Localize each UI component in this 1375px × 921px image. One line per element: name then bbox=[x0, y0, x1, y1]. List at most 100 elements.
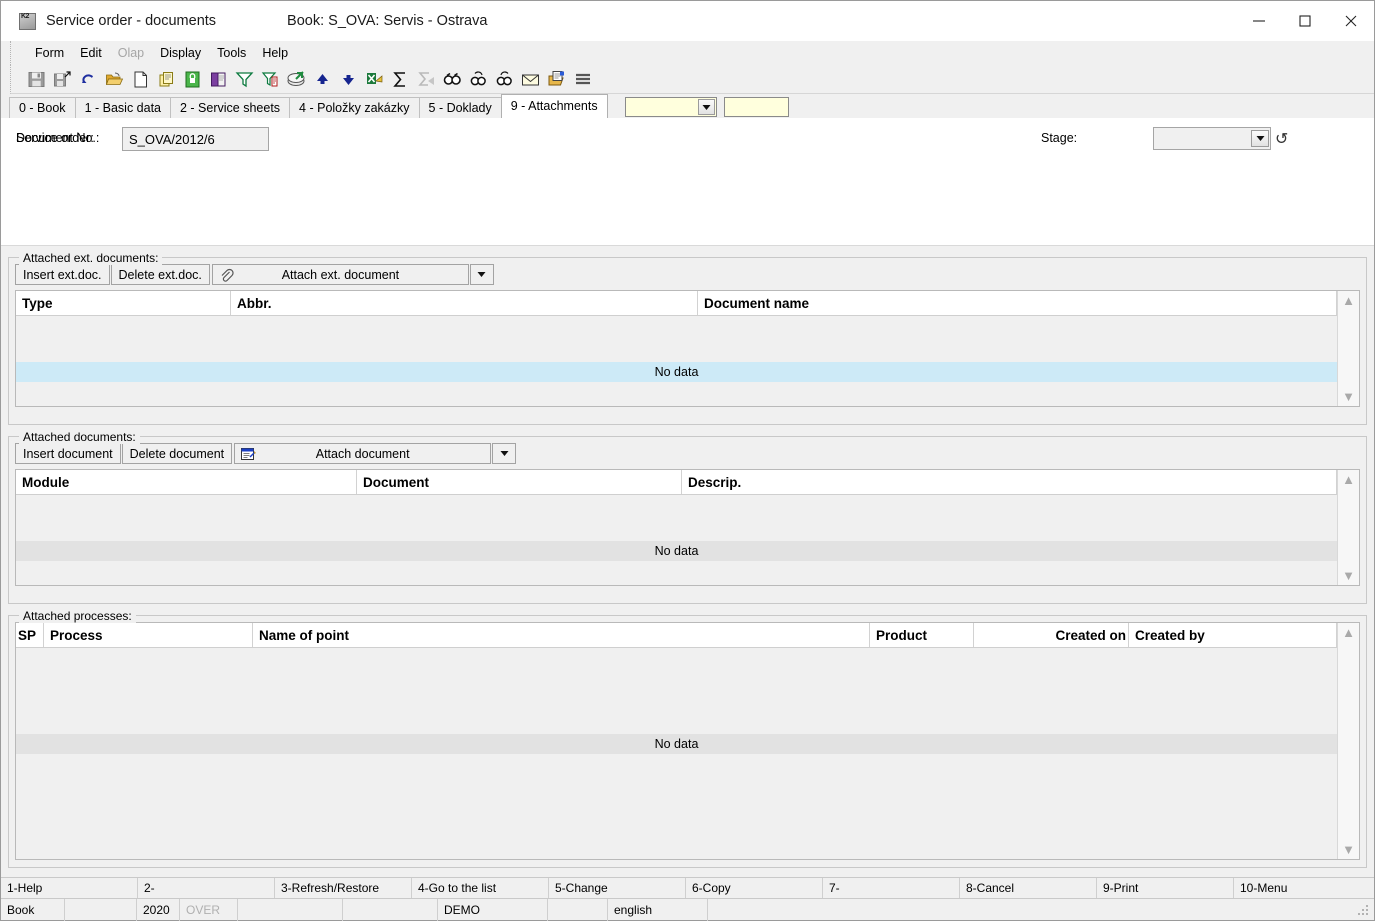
column-header-created-on[interactable]: Created on bbox=[974, 623, 1129, 647]
scroll-up-icon[interactable]: ▲ bbox=[1342, 626, 1355, 639]
new-document-icon[interactable] bbox=[129, 68, 152, 91]
tab-4-polozky-zakazky[interactable]: 4 - Položky zakázky bbox=[289, 97, 420, 118]
quick-filter-combo[interactable] bbox=[624, 97, 717, 117]
attach-document-button[interactable]: Attach document bbox=[234, 443, 492, 464]
lock-icon[interactable] bbox=[181, 68, 204, 91]
column-header-sp[interactable]: SP bbox=[16, 623, 44, 647]
export-excel-icon[interactable] bbox=[363, 68, 386, 91]
attach-document-label: Attach document bbox=[315, 446, 410, 461]
quick-filter-field[interactable] bbox=[723, 97, 789, 117]
close-button[interactable] bbox=[1328, 1, 1374, 41]
stage-combo[interactable] bbox=[1153, 127, 1271, 150]
fkey-5-change[interactable]: 5-Change bbox=[549, 877, 686, 899]
no-data-row: No data bbox=[16, 734, 1337, 754]
form-header-area: Service order: Document No.: S_OVA/2012/… bbox=[1, 118, 1374, 246]
find-icon[interactable] bbox=[441, 68, 464, 91]
attach-ext-document-dropdown[interactable] bbox=[469, 264, 494, 285]
insert-ext-doc-button[interactable]: Insert ext.doc. bbox=[15, 264, 110, 285]
documents-body: No data bbox=[16, 495, 1337, 585]
column-header-process[interactable]: Process bbox=[44, 623, 253, 647]
fkey-2[interactable]: 2- bbox=[138, 877, 275, 899]
attach-ext-document-label: Attach ext. document bbox=[281, 267, 400, 282]
title-bar: Service order - documents Book: S_OVA: S… bbox=[1, 1, 1374, 41]
maximize-button[interactable] bbox=[1282, 1, 1328, 41]
menu-item-tools[interactable]: Tools bbox=[209, 44, 254, 62]
save-and-exit-icon[interactable] bbox=[51, 68, 74, 91]
delete-document-button[interactable]: Delete document bbox=[121, 443, 233, 464]
fkey-3-refresh-restore[interactable]: 3-Refresh/Restore bbox=[275, 877, 412, 899]
scroll-down-icon[interactable]: ▼ bbox=[1342, 843, 1355, 856]
status-spacer-2 bbox=[238, 898, 343, 921]
menu-item-display[interactable]: Display bbox=[152, 44, 209, 62]
scroll-up-icon[interactable]: ▲ bbox=[1342, 294, 1355, 307]
column-header-product[interactable]: Product bbox=[870, 623, 974, 647]
column-header-name-of-point[interactable]: Name of point bbox=[253, 623, 870, 647]
menu-item-edit[interactable]: Edit bbox=[72, 44, 110, 62]
minimize-button[interactable] bbox=[1236, 1, 1282, 41]
find-next-icon[interactable] bbox=[493, 68, 516, 91]
fkey-4-go-to-the-list[interactable]: 4-Go to the list bbox=[412, 877, 549, 899]
filter-edit-icon[interactable] bbox=[259, 68, 282, 91]
find-previous-icon[interactable] bbox=[467, 68, 490, 91]
filter-icon[interactable] bbox=[233, 68, 256, 91]
menu-list-icon[interactable] bbox=[571, 68, 594, 91]
attach-document-dropdown[interactable] bbox=[492, 443, 517, 464]
processes-scrollbar[interactable]: ▲ ▼ bbox=[1337, 623, 1359, 859]
documents-scrollbar[interactable]: ▲ ▼ bbox=[1337, 470, 1359, 585]
fkey-7[interactable]: 7- bbox=[823, 877, 960, 899]
notes-icon[interactable] bbox=[545, 68, 568, 91]
insert-document-button[interactable]: Insert document bbox=[15, 443, 121, 464]
tab-9-attachments[interactable]: 9 - Attachments bbox=[500, 94, 608, 118]
tab-2-service-sheets[interactable]: 2 - Service sheets bbox=[170, 97, 291, 118]
history-undo-icon[interactable]: ↻ bbox=[1275, 129, 1288, 149]
print-icon[interactable] bbox=[285, 68, 308, 91]
column-header-abbr[interactable]: Abbr. bbox=[231, 291, 698, 315]
scroll-down-icon[interactable]: ▼ bbox=[1342, 390, 1355, 403]
function-key-bar: 1-Help 2- 3-Refresh/Restore 4-Go to the … bbox=[1, 877, 1374, 899]
save-icon[interactable] bbox=[25, 68, 48, 91]
move-down-icon[interactable] bbox=[337, 68, 360, 91]
move-up-icon[interactable] bbox=[311, 68, 334, 91]
column-header-type[interactable]: Type bbox=[16, 291, 231, 315]
ext-documents-header-row: Type Abbr. Document name bbox=[16, 291, 1337, 316]
tab-bar: 0 - Book 1 - Basic data 2 - Service shee… bbox=[1, 94, 1374, 118]
fkey-8-cancel[interactable]: 8-Cancel bbox=[960, 877, 1097, 899]
column-header-descrip[interactable]: Descrip. bbox=[682, 470, 1337, 494]
tab-1-basic-data[interactable]: 1 - Basic data bbox=[74, 97, 171, 118]
column-header-document-name[interactable]: Document name bbox=[698, 291, 1337, 315]
chevron-down-icon[interactable] bbox=[1251, 130, 1269, 147]
menu-item-form[interactable]: Form bbox=[27, 44, 72, 62]
sum-clear-icon[interactable] bbox=[415, 68, 438, 91]
document-no-field[interactable]: S_OVA/2012/6 bbox=[122, 127, 269, 151]
undo-icon[interactable] bbox=[77, 68, 100, 91]
mail-icon[interactable] bbox=[519, 68, 542, 91]
column-header-module[interactable]: Module bbox=[16, 470, 357, 494]
column-header-document[interactable]: Document bbox=[357, 470, 682, 494]
ext-documents-scrollbar[interactable]: ▲ ▼ bbox=[1337, 291, 1359, 406]
tab-5-doklady[interactable]: 5 - Doklady bbox=[418, 97, 502, 118]
fkey-9-print[interactable]: 9-Print bbox=[1097, 877, 1234, 899]
delete-ext-doc-button[interactable]: Delete ext.doc. bbox=[110, 264, 210, 285]
fkey-6-copy[interactable]: 6-Copy bbox=[686, 877, 823, 899]
chevron-down-icon[interactable] bbox=[697, 99, 715, 115]
processes-header-row: SP Process Name of point Product Created… bbox=[16, 623, 1337, 648]
open-folder-icon[interactable] bbox=[103, 68, 126, 91]
copy-document-icon[interactable] bbox=[155, 68, 178, 91]
book-icon[interactable] bbox=[207, 68, 230, 91]
status-bar: Book 2020 OVER DEMO english bbox=[1, 898, 1374, 921]
attach-ext-document-button[interactable]: Attach ext. document bbox=[211, 264, 469, 285]
fkey-10-menu[interactable]: 10-Menu bbox=[1234, 878, 1374, 899]
column-header-created-by[interactable]: Created by bbox=[1129, 623, 1337, 647]
scroll-down-icon[interactable]: ▼ bbox=[1342, 569, 1355, 582]
tab-0-book[interactable]: 0 - Book bbox=[9, 97, 76, 118]
ext-documents-body: No data bbox=[16, 316, 1337, 406]
document-no-label: Document No.: bbox=[16, 131, 100, 145]
scroll-up-icon[interactable]: ▲ bbox=[1342, 473, 1355, 486]
window-title: Service order - documents bbox=[46, 13, 217, 29]
processes-body: No data bbox=[16, 648, 1337, 859]
fkey-1-help[interactable]: 1-Help bbox=[1, 877, 138, 899]
sum-icon[interactable] bbox=[389, 68, 412, 91]
resize-grip[interactable] bbox=[1358, 905, 1370, 917]
menu-item-help[interactable]: Help bbox=[254, 44, 296, 62]
attachments-body: Attached ext. documents: Insert ext.doc.… bbox=[1, 246, 1374, 877]
